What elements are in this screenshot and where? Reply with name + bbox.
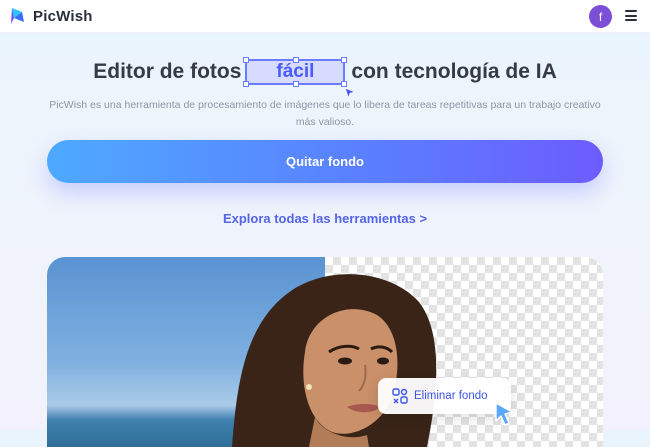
remove-background-badge[interactable]: Eliminar fondo <box>378 378 511 414</box>
explore-all-tools-link[interactable]: Explora todas las herramientas > <box>0 211 650 226</box>
remove-background-badge-label: Eliminar fondo <box>414 390 488 402</box>
pointer-cursor-icon <box>495 402 513 426</box>
page-headline: Editor de fotos fácil con tecnología de … <box>0 56 650 99</box>
resize-handle <box>293 81 300 87</box>
resize-handle <box>293 57 300 63</box>
user-avatar[interactable]: f <box>589 5 612 28</box>
hamburger-menu-icon[interactable] <box>625 10 637 21</box>
resize-handle <box>243 57 250 63</box>
headline-after: con tecnología de IA <box>351 60 557 83</box>
woman-portrait-image <box>232 274 437 447</box>
hero-subtitle: PicWish es una herramienta de procesamie… <box>49 99 601 128</box>
brand-name: PicWish <box>33 7 93 25</box>
resize-handle <box>341 57 348 63</box>
resize-handle <box>243 81 250 87</box>
headline-highlight-box: fácil <box>243 57 357 99</box>
headline-before: Editor de fotos <box>93 60 242 83</box>
headline-highlight-text: fácil <box>276 61 315 82</box>
brand-logo[interactable]: PicWish <box>10 5 93 27</box>
background-removal-showcase <box>47 257 603 447</box>
background-remove-icon <box>392 388 408 404</box>
picwish-logo-icon <box>11 8 24 24</box>
remove-background-button[interactable]: Quitar fondo <box>47 140 603 183</box>
top-navigation-bar: PicWish f <box>0 0 650 33</box>
